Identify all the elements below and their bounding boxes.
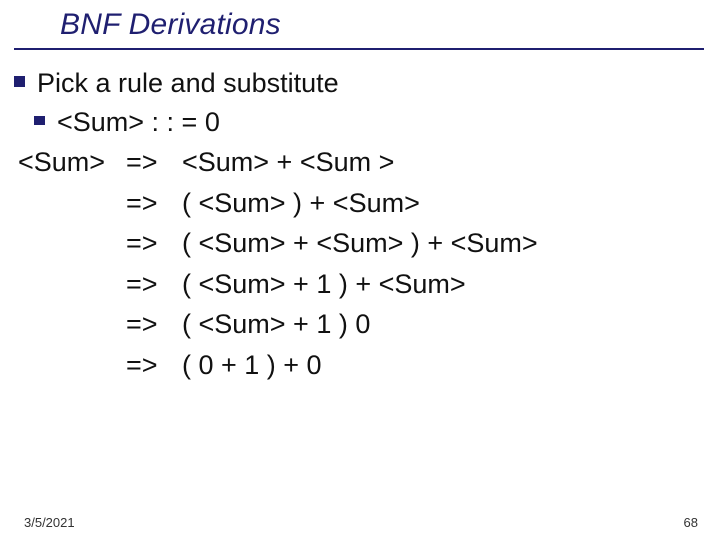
- derivation-step: => ( <Sum> + 1 ) 0: [18, 304, 720, 345]
- deriv-rhs: ( <Sum> + <Sum> ) + <Sum>: [182, 223, 538, 264]
- derivation-step: => ( <Sum> ) + <Sum>: [18, 183, 720, 224]
- deriv-lhs-empty: [18, 183, 126, 224]
- deriv-arrow: =>: [126, 223, 182, 264]
- rule-text: <Sum> : : = 0: [57, 103, 220, 142]
- deriv-lhs-empty: [18, 304, 126, 345]
- deriv-rhs: <Sum> + <Sum >: [182, 142, 394, 183]
- highlight-rect: [213, 428, 325, 448]
- deriv-arrow: =>: [126, 183, 182, 224]
- highlight-rect: [212, 468, 242, 488]
- deriv-rhs: ( 0 + 1 ) + 0: [182, 345, 322, 386]
- deriv-rhs: ( <Sum> + 1 ) 0: [182, 304, 370, 345]
- slide-body: Pick a rule and substitute <Sum> : : = 0…: [0, 50, 720, 385]
- footer-date: 3/5/2021: [24, 515, 75, 530]
- deriv-lhs-empty: [18, 264, 126, 305]
- derivation-block: <Sum> => <Sum> + <Sum > => ( <Sum> ) + <…: [14, 142, 720, 385]
- deriv-rhs: ( <Sum> ) + <Sum>: [182, 183, 420, 224]
- derivation-step: <Sum> => <Sum> + <Sum >: [18, 142, 720, 183]
- derivation-step: => ( 0 + 1 ) + 0: [18, 345, 720, 386]
- subbullet-line: <Sum> : : = 0: [34, 103, 720, 142]
- deriv-lhs: <Sum>: [18, 142, 126, 183]
- deriv-lhs-empty: [18, 345, 126, 386]
- deriv-arrow: =>: [126, 304, 182, 345]
- derivation-step: => ( <Sum> + 1 ) + <Sum>: [18, 264, 720, 305]
- footer-page-number: 68: [684, 515, 698, 530]
- deriv-arrow: =>: [126, 345, 182, 386]
- deriv-arrow: =>: [126, 142, 182, 183]
- square-bullet-icon: [14, 76, 25, 87]
- square-bullet-icon: [34, 116, 45, 125]
- slide-title: BNF Derivations: [60, 8, 281, 41]
- deriv-rhs: ( <Sum> + 1 ) + <Sum>: [182, 264, 466, 305]
- lead-text: Pick a rule and substitute: [37, 64, 339, 103]
- slide-footer: 3/5/2021 68: [24, 515, 698, 530]
- bullet-line: Pick a rule and substitute: [14, 64, 720, 103]
- deriv-arrow: =>: [126, 264, 182, 305]
- derivation-step: => ( <Sum> + <Sum> ) + <Sum>: [18, 223, 720, 264]
- deriv-lhs-empty: [18, 223, 126, 264]
